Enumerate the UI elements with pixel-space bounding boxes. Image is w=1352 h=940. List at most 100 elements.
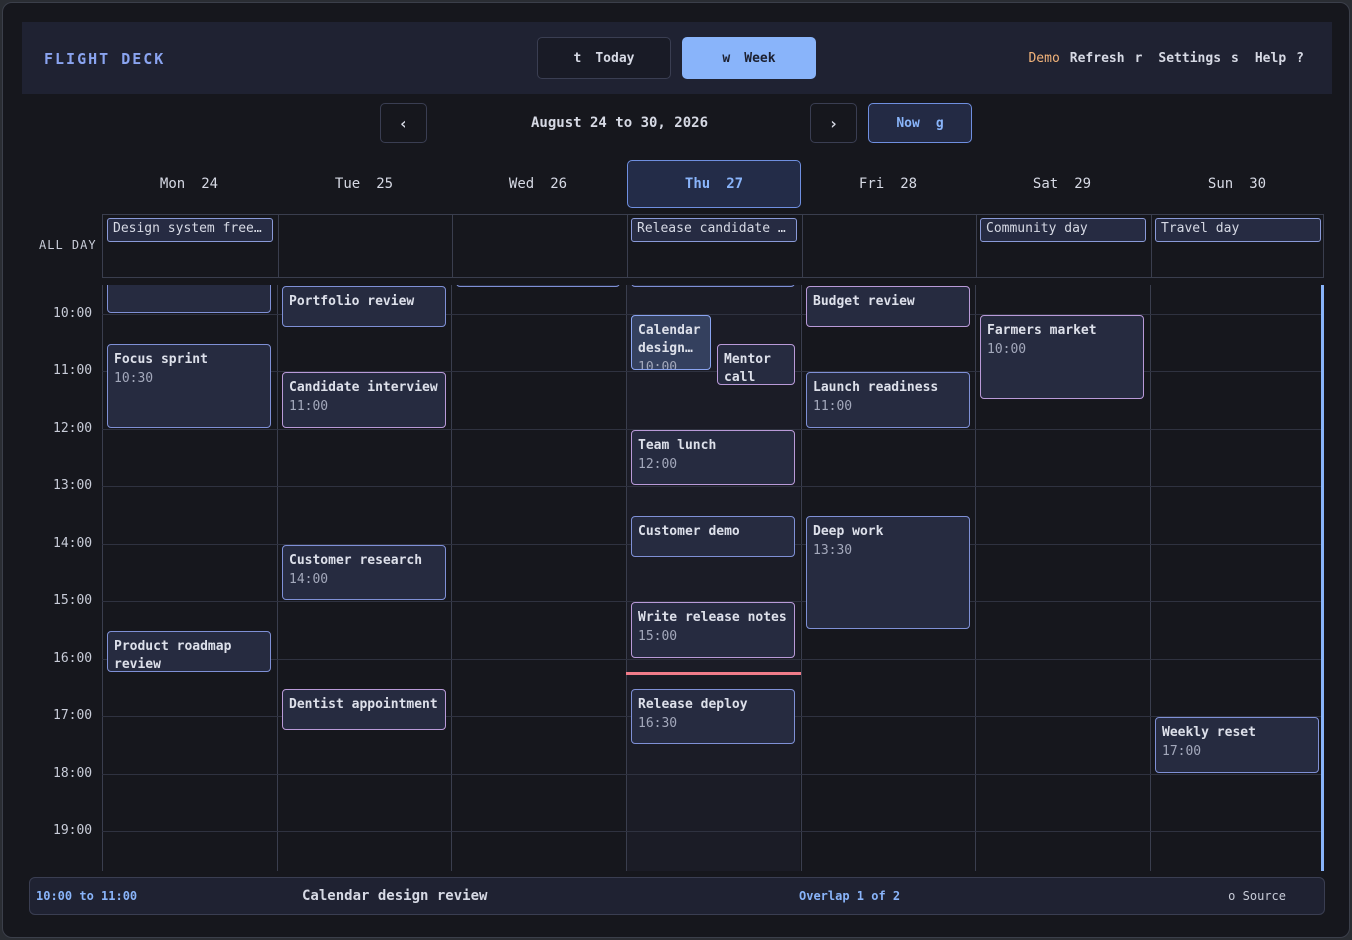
overlap-indicator: Overlap 1 of 2 xyxy=(799,889,901,903)
hour-label: 18:00 xyxy=(53,765,93,781)
day-header-sat[interactable]: Sat 29 xyxy=(975,160,1149,208)
day-name: Sat xyxy=(1032,176,1059,192)
event-title: Launch readiness xyxy=(813,380,939,396)
all-day-event[interactable]: Release candidate d… xyxy=(631,218,797,242)
day-column-sun[interactable] xyxy=(1150,285,1324,871)
event-title: Farmers market xyxy=(987,322,1097,338)
event-title: Candidate interview xyxy=(289,380,438,396)
all-day-divider xyxy=(452,215,453,277)
all-day-divider xyxy=(802,215,803,277)
event-time: 12:00 xyxy=(638,456,678,472)
hour-label: 19:00 xyxy=(53,823,93,839)
event-title: Dentist appointment xyxy=(289,696,438,712)
hour-label: 17:00 xyxy=(53,708,93,724)
all-day-event[interactable]: Design system freeze xyxy=(107,218,273,242)
all-day-divider xyxy=(1151,215,1152,277)
day-header-thu[interactable]: Thu 27 xyxy=(627,160,801,208)
event-time: 11:00 xyxy=(813,399,853,415)
scroll-indicator[interactable] xyxy=(1321,285,1324,871)
day-number: 24 xyxy=(201,176,219,192)
all-day-divider xyxy=(976,215,977,277)
day-header-wed[interactable]: Wed 26 xyxy=(451,160,625,208)
day-name: Fri xyxy=(858,176,885,192)
today-shortcut: t xyxy=(573,50,582,66)
event-title: Focus sprint xyxy=(114,351,208,367)
calendar-event[interactable]: Write release notes 15:00 xyxy=(631,602,795,658)
calendar-event[interactable]: Mentor call xyxy=(717,343,795,385)
hour-gridline xyxy=(102,831,1324,833)
event-time: 15:00 xyxy=(638,629,678,645)
calendar-event[interactable]: Focus sprint 10:30 xyxy=(107,343,271,428)
event-title: Budget review xyxy=(813,294,915,309)
calendar-event[interactable]: Dentist appointment xyxy=(282,688,446,730)
prev-week-button[interactable]: ‹ xyxy=(380,103,427,143)
now-shortcut: g xyxy=(935,115,944,131)
demo-badge: Demo xyxy=(1028,51,1060,66)
calendar-event[interactable]: Portfolio review xyxy=(282,286,446,328)
calendar-event[interactable]: Product roadmap review xyxy=(107,631,271,673)
calendar-event[interactable]: Launch readiness 11:00 xyxy=(806,372,970,428)
calendar-event[interactable]: Farmers market 10:00 xyxy=(980,314,1144,399)
event-time: 13:30 xyxy=(813,543,853,558)
event-time: 10:30 xyxy=(114,370,154,386)
all-day-event[interactable]: Travel day xyxy=(1155,218,1321,242)
event-time: 17:00 xyxy=(1162,744,1202,760)
settings-link[interactable]: Settings xyxy=(1158,51,1221,66)
week-grid[interactable]: 09:00 Focus sprint 10:30 Product roadmap re… xyxy=(102,285,1324,871)
week-button[interactable]: w Week xyxy=(682,37,816,79)
day-number: 29 xyxy=(1074,176,1092,192)
hour-label: 14:00 xyxy=(53,535,93,551)
day-number: 27 xyxy=(726,176,744,192)
app-window: FLIGHT DECK t Today w Week Demo Refresh … xyxy=(2,2,1350,938)
calendar-event[interactable] xyxy=(631,285,795,287)
day-number: 25 xyxy=(376,176,394,192)
day-name: Mon xyxy=(159,176,186,192)
calendar-event[interactable]: Customer demo xyxy=(631,516,795,558)
event-time: 14:00 xyxy=(289,571,329,587)
selected-time-range: 10:00 to 11:00 xyxy=(36,889,138,903)
source-label: Source xyxy=(1242,889,1286,903)
week-shortcut: w xyxy=(722,50,731,66)
hour-label: 15:00 xyxy=(53,593,93,609)
app-title: FLIGHT DECK xyxy=(44,50,166,68)
calendar-event[interactable]: 09:00 xyxy=(107,285,271,313)
day-header-sun[interactable]: Sun 30 xyxy=(1150,160,1324,208)
all-day-row: Design system freeze Release candidate d…… xyxy=(102,214,1324,278)
hour-label: 12:00 xyxy=(53,420,93,436)
calendar-event[interactable]: Budget review xyxy=(806,286,970,328)
event-title: Weekly reset xyxy=(1162,725,1256,741)
next-week-button[interactable]: › xyxy=(810,103,857,143)
hour-gridline xyxy=(102,773,1324,775)
calendar-event[interactable]: Team lunch 12:00 xyxy=(631,429,795,486)
help-link[interactable]: Help xyxy=(1255,51,1286,66)
calendar-event[interactable]: Candidate interview 11:00 xyxy=(282,372,446,428)
now-button[interactable]: Now g xyxy=(868,103,972,143)
event-title: Release deploy xyxy=(638,696,748,712)
hour-gridline xyxy=(102,486,1324,488)
event-time: 16:30 xyxy=(638,715,678,731)
top-bar: FLIGHT DECK t Today w Week Demo Refresh … xyxy=(22,22,1332,94)
event-time: 11:00 xyxy=(289,399,329,415)
calendar-event[interactable]: Customer research 14:00 xyxy=(282,544,446,601)
calendar-event[interactable] xyxy=(456,285,620,287)
day-header-tue[interactable]: Tue 25 xyxy=(277,160,451,208)
day-header-mon[interactable]: Mon 24 xyxy=(102,160,276,208)
calendar-event[interactable]: Release deploy 16:30 xyxy=(631,688,795,744)
calendar-event[interactable]: Calendar design… 10:00 xyxy=(631,314,711,371)
refresh-link[interactable]: Refresh xyxy=(1070,51,1125,66)
day-header-fri[interactable]: Fri 28 xyxy=(801,160,975,208)
all-day-event[interactable]: Community day xyxy=(980,218,1146,242)
today-button[interactable]: t Today xyxy=(537,37,671,79)
event-title: Product roadmap review xyxy=(114,639,232,672)
day-column-wed[interactable] xyxy=(451,285,625,871)
calendar-event[interactable]: Weekly reset 17:00 xyxy=(1155,717,1319,773)
event-title: Mentor call xyxy=(724,351,771,385)
hour-gridline xyxy=(102,658,1324,660)
top-links: Demo Refresh r Settings s Help ? xyxy=(1028,51,1310,66)
day-number: 28 xyxy=(900,176,918,192)
help-shortcut: ? xyxy=(1296,51,1304,66)
event-time: 10:00 xyxy=(638,359,678,371)
event-title: Deep work xyxy=(813,524,884,539)
source-link[interactable]: o Source xyxy=(1228,889,1286,903)
calendar-event[interactable]: Deep work 13:30 xyxy=(806,516,970,629)
